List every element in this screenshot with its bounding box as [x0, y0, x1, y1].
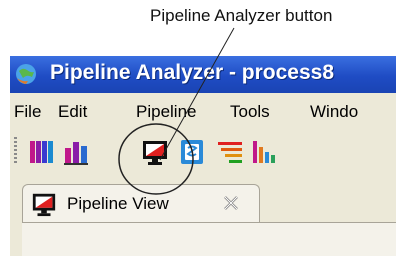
title-bar[interactable]: Pipeline Analyzer - process8 [10, 56, 396, 93]
bar-chart-icon[interactable] [62, 138, 90, 166]
menu-window[interactable]: Windo [310, 102, 358, 122]
pipeline-view-icon [32, 193, 56, 217]
horizontal-bars-icon[interactable] [216, 138, 244, 166]
view-content [22, 222, 396, 256]
close-icon[interactable] [221, 193, 241, 213]
menu-edit[interactable]: Edit [58, 102, 87, 122]
menu-tools[interactable]: Tools [230, 102, 270, 122]
app-globe-icon [16, 64, 36, 84]
window-title: Pipeline Analyzer - process8 [50, 61, 335, 84]
tab-pipeline-view[interactable]: Pipeline View [22, 184, 260, 223]
blue-document-icon[interactable] [178, 138, 206, 166]
toolbar [10, 129, 396, 174]
callout-label: Pipeline Analyzer button [150, 6, 333, 25]
multicolor-bar-chart-icon[interactable] [28, 138, 56, 166]
small-bar-chart-icon[interactable] [250, 138, 278, 166]
pipeline-analyzer-icon[interactable] [141, 138, 169, 166]
tab-label: Pipeline View [67, 194, 169, 213]
tab-area: Pipeline View [10, 174, 396, 256]
toolbar-grip[interactable] [14, 137, 17, 165]
menu-bar: File Edit Pipeline Tools Windo [10, 93, 396, 129]
application-window: Pipeline Analyzer - process8 File Edit P… [10, 56, 396, 256]
menu-pipeline[interactable]: Pipeline [136, 102, 197, 122]
menu-file[interactable]: File [14, 102, 41, 122]
